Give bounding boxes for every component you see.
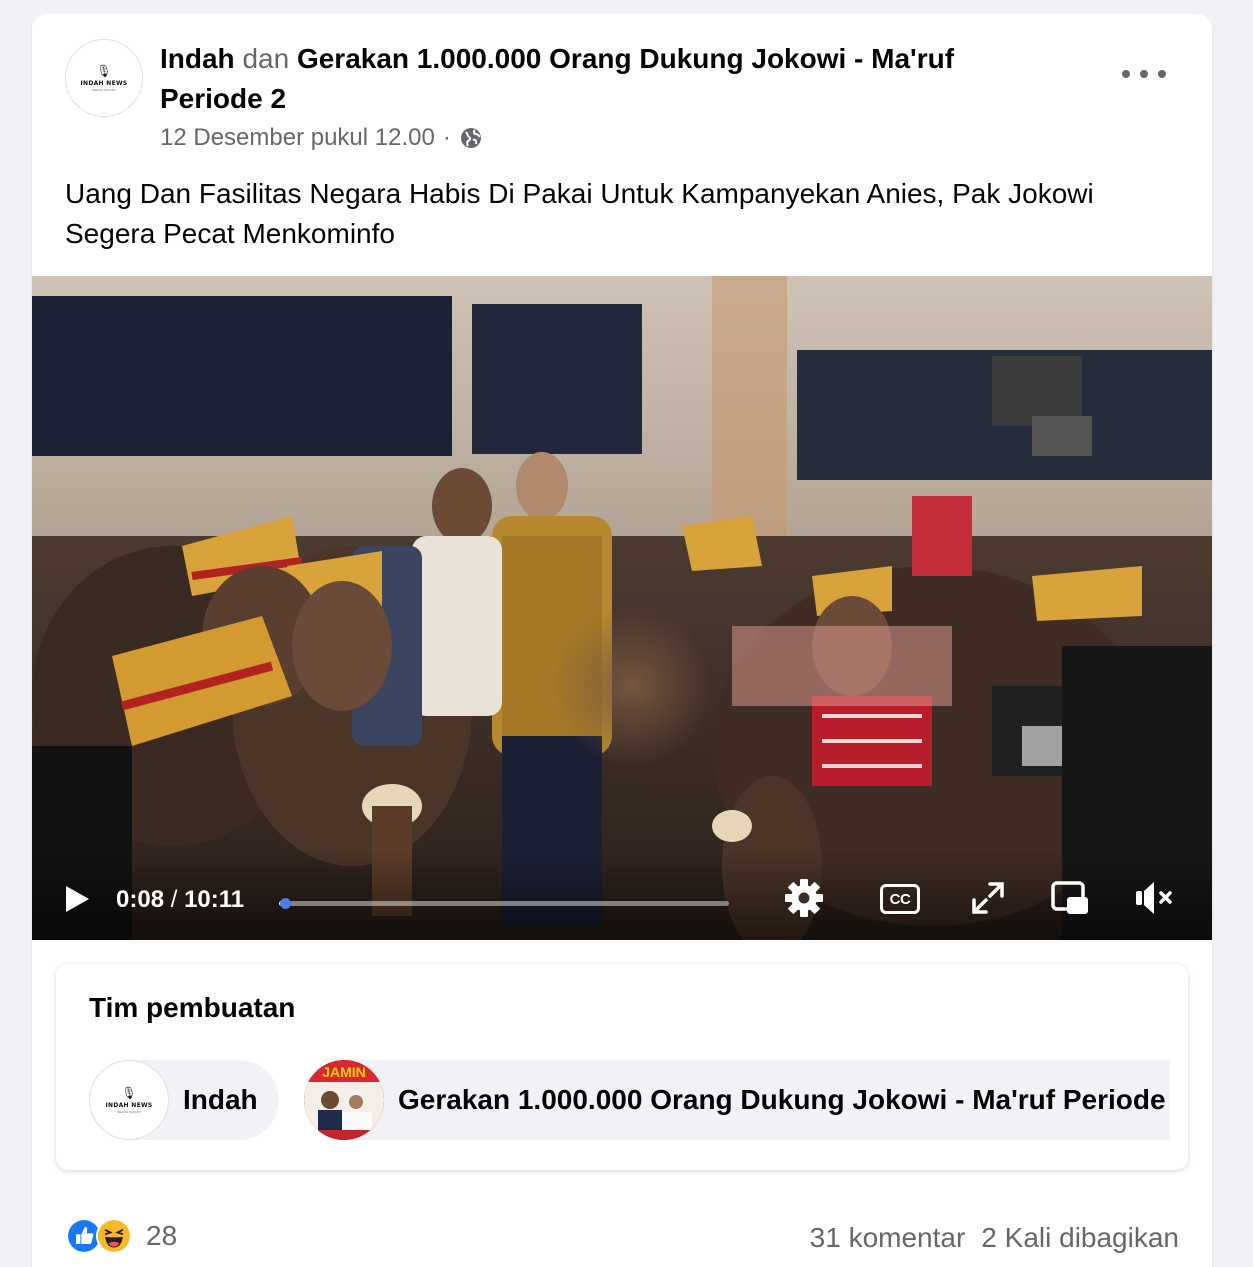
collaborator-name: Gerakan 1.000.000 Orang Dukung Jokowi - … (398, 1084, 1170, 1115)
time-separator: / (164, 886, 185, 913)
collaborator-avatar: 🎙 INDAH NEWS BERITA TERKINI (89, 1060, 169, 1140)
collaborator-name: Indah (183, 1084, 258, 1115)
fullscreen-icon[interactable] (968, 878, 1008, 918)
muted-speaker-icon[interactable] (1134, 878, 1174, 918)
progress-scrubber[interactable] (279, 898, 291, 909)
collaborator-chip-indah[interactable]: 🎙 INDAH NEWS BERITA TERKINI Indah (89, 1060, 279, 1140)
microphone-icon: 🎙 (121, 1085, 137, 1100)
video-player[interactable]: 0:08 / 10:11 CC (32, 276, 1212, 940)
haha-icon (96, 1218, 132, 1254)
post-timestamp[interactable]: 12 Desember pukul 12.00 (160, 124, 435, 152)
conjunction-text: dan (242, 43, 290, 74)
closed-captions-icon[interactable]: CC (880, 884, 920, 914)
shares-count-link[interactable]: 2 Kali dibagikan (981, 1222, 1179, 1254)
picture-in-picture-icon[interactable] (1050, 878, 1090, 918)
group-avatar-text: JAMIN (322, 1064, 366, 1080)
video-controls: 0:08 / 10:11 CC (32, 850, 1212, 940)
post-meta: 12 Desember pukul 12.00 · (160, 124, 483, 152)
video-progress-bar[interactable] (279, 898, 729, 909)
play-icon[interactable] (62, 884, 92, 914)
post-body-text: Uang Dan Fasilitas Negara Habis Di Pakai… (65, 174, 1185, 254)
author-avatar[interactable]: 🎙 INDAH NEWS BERITA TERKINI (65, 39, 143, 117)
video-time: 0:08 / 10:11 (116, 886, 244, 914)
post-card: 🎙 INDAH NEWS BERITA TERKINI Indah dan Ge… (32, 14, 1212, 1267)
group-avatar: JAMIN (304, 1060, 384, 1140)
post-footer: 28 31 komentar 2 Kali dibagikan (32, 1210, 1212, 1266)
globe-icon[interactable] (459, 126, 483, 150)
microphone-icon: 🎙 (96, 63, 112, 78)
post-header: Indah dan Gerakan 1.000.000 Orang Dukung… (160, 39, 1060, 119)
collaborators-panel: Tim pembuatan 🎙 INDAH NEWS BERITA TERKIN… (56, 964, 1188, 1170)
engagement-stats: 31 komentar 2 Kali dibagikan (810, 1222, 1179, 1254)
avatar-logo-subtext: BERITA TERKINI (92, 87, 116, 92)
author-name-link[interactable]: Indah (160, 43, 235, 74)
group-name-link-line2[interactable]: Periode 2 (160, 83, 286, 114)
settings-gear-icon[interactable] (784, 878, 824, 918)
cc-label: CC (889, 890, 911, 908)
collaborator-chip-group[interactable]: JAMIN Gerakan 1.000.000 Orang Dukung Jok… (304, 1060, 1170, 1140)
post-text-line-1: Uang Dan Fasilitas Negara Habis Di Pakai… (65, 178, 1094, 209)
collaborators-title: Tim pembuatan (89, 992, 296, 1023)
duration: 10:11 (184, 886, 245, 913)
comments-count-link[interactable]: 31 komentar (810, 1222, 966, 1254)
reactions-summary[interactable]: 28 (66, 1218, 177, 1254)
more-options-icon[interactable] (1122, 62, 1166, 86)
avatar-logo-subtext: BERITA TERKINI (117, 1109, 141, 1114)
group-name-link[interactable]: Gerakan 1.000.000 Orang Dukung Jokowi - … (297, 43, 954, 74)
meta-separator: · (442, 124, 451, 151)
avatar-logo-text: INDAH NEWS (80, 79, 128, 87)
current-time: 0:08 (116, 886, 165, 913)
reaction-count: 28 (146, 1220, 178, 1251)
video-frame (32, 276, 1212, 940)
post-text-line-2: Segera Pecat Menkominfo (65, 218, 395, 249)
avatar-logo-text: INDAH NEWS (105, 1101, 153, 1109)
